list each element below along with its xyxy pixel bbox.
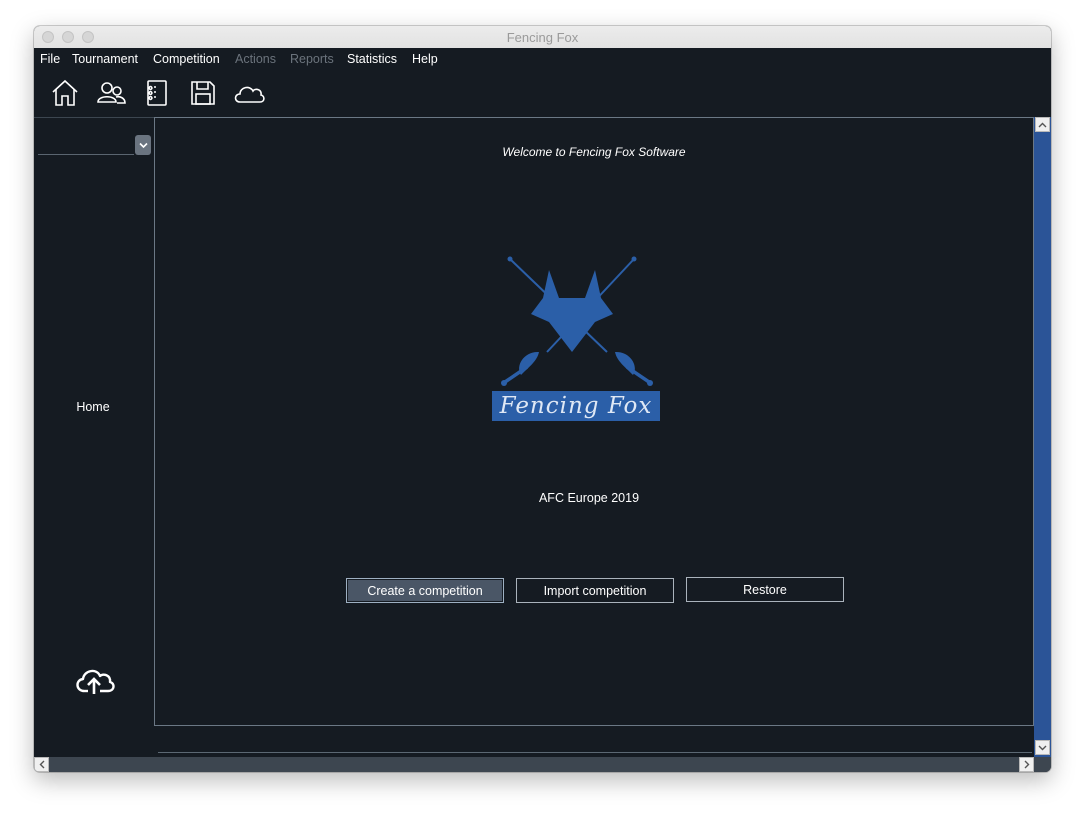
floppy-disk-icon — [191, 81, 215, 105]
sidebar: Home — [34, 117, 154, 758]
welcome-message: Welcome to Fencing Fox Software — [502, 145, 686, 159]
scroll-left-icon[interactable] — [34, 757, 49, 772]
menu-actions[interactable]: Actions — [235, 52, 276, 66]
vertical-scrollbar[interactable] — [1034, 117, 1051, 757]
home-icon — [52, 79, 78, 106]
competition-selector-field[interactable] — [38, 135, 134, 155]
sidebar-home-item[interactable]: Home — [34, 400, 152, 414]
cloud-icon — [234, 86, 265, 103]
import-competition-button[interactable]: Import competition — [516, 578, 674, 603]
home-panel: Welcome to Fencing Fox Software Fencing … — [154, 117, 1034, 726]
toolbar-users-button[interactable] — [94, 77, 128, 109]
window-title: Fencing Fox — [506, 30, 579, 45]
toolbar-home-button[interactable] — [48, 77, 82, 109]
horizontal-scrollbar[interactable] — [34, 757, 1051, 772]
logo-wordmark-text: Fencing Fox — [499, 393, 653, 419]
notebook-icon — [147, 80, 167, 106]
app-window: Fencing Fox File Tournament Competition … — [34, 26, 1051, 772]
competition-selector[interactable] — [38, 135, 151, 155]
create-competition-button[interactable]: Create a competition — [346, 578, 504, 603]
menu-tournament[interactable]: Tournament — [72, 52, 138, 66]
users-icon — [97, 82, 126, 104]
scroll-up-icon[interactable] — [1035, 117, 1050, 132]
cloud-upload-icon[interactable] — [72, 663, 116, 702]
restore-button[interactable]: Restore — [686, 577, 844, 602]
toolbar-save-button[interactable] — [186, 77, 220, 109]
scroll-down-icon[interactable] — [1035, 740, 1050, 755]
menu-bar: File Tournament Competition Actions Repo… — [34, 48, 1051, 69]
competition-name: AFC Europe 2019 — [538, 491, 640, 505]
menu-competition[interactable]: Competition — [153, 52, 220, 66]
menu-file[interactable]: File — [40, 52, 60, 66]
menu-statistics[interactable]: Statistics — [347, 52, 397, 66]
title-bar: Fencing Fox — [34, 26, 1051, 49]
divider — [158, 752, 1032, 753]
toolbar — [34, 69, 1051, 117]
menu-reports[interactable]: Reports — [290, 52, 334, 66]
scroll-right-icon[interactable] — [1019, 757, 1034, 772]
chevron-down-icon[interactable] — [135, 135, 151, 155]
toolbar-notebook-button[interactable] — [140, 77, 174, 109]
logo-wordmark: Fencing Fox — [492, 391, 660, 421]
menu-help[interactable]: Help — [412, 52, 438, 66]
toolbar-cloud-button[interactable] — [232, 77, 266, 109]
